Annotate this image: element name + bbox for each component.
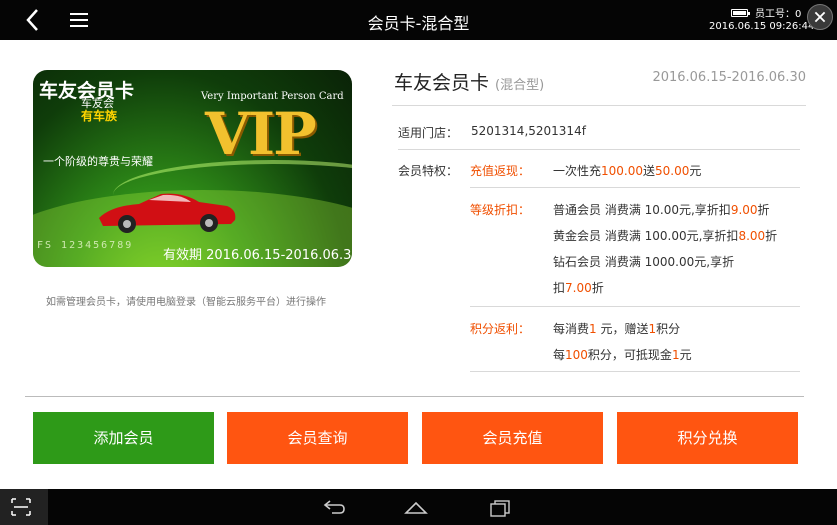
- member-card-image: 车友会员卡 车友会 有车族 Very Important Person Card…: [33, 70, 352, 267]
- level-text: 钻石会员 消费满 1000.00元,享折: [553, 255, 735, 269]
- points-text: 每消费: [553, 322, 590, 336]
- nav-back-icon[interactable]: [320, 497, 346, 517]
- card-title: 车友会员卡 (混合型): [394, 68, 544, 95]
- points-exchange-button[interactable]: 积分兑换: [617, 412, 798, 464]
- recharge-bonus: 50.00: [655, 164, 690, 178]
- points-text: 积分: [656, 322, 681, 336]
- points-value: 1: [648, 322, 657, 336]
- card-slogan: 一个阶级的尊贵与荣耀: [43, 155, 153, 168]
- level-row: 普通会员 消费满 10.00元,享折扣9.00折: [553, 201, 770, 218]
- card-type: (混合型): [495, 78, 545, 93]
- level-discount: 9.00: [730, 203, 758, 217]
- points-value: 1: [589, 322, 597, 336]
- nav-recent-apps-icon[interactable]: [488, 497, 512, 517]
- manage-tip: 如需管理会员卡，请使用电脑登录（智能云服务平台）进行操作: [46, 297, 326, 308]
- points-row: 每消费1 元，赠送1积分: [553, 320, 680, 337]
- level-text: 折: [765, 229, 778, 243]
- level-row: 钻石会员 消费满 1000.00元,享折: [553, 253, 734, 270]
- card-validity: 有效期 2016.06.15-2016.06.30: [163, 248, 352, 263]
- level-discount: 7.00: [565, 281, 592, 295]
- recharge-text: 元: [689, 164, 702, 178]
- member-query-button[interactable]: 会员查询: [227, 412, 408, 464]
- points-row: 每100积分，可抵现金1元: [553, 346, 692, 363]
- car-icon: [99, 193, 236, 233]
- top-bar: 会员卡-混合型 员工号：0 2016.06.15 09:26:44: [0, 0, 837, 40]
- club-logo: 车友会 有车族: [81, 98, 118, 123]
- points-text: 每: [553, 348, 566, 362]
- section-divider: [25, 396, 804, 397]
- points-text: 积分，可抵现金: [587, 348, 672, 362]
- divider: [392, 105, 806, 106]
- level-text: 普通会员 消费满 10.00元,享折扣: [553, 203, 731, 217]
- close-icon[interactable]: [807, 4, 833, 30]
- points-text: 元: [679, 348, 692, 362]
- divider: [470, 306, 800, 307]
- level-label: 等级折扣：: [470, 203, 531, 217]
- divider: [470, 187, 800, 188]
- scan-icon[interactable]: [0, 489, 48, 525]
- divider: [398, 149, 800, 150]
- battery-icon: [731, 9, 750, 17]
- recharge-text: 送: [643, 164, 656, 178]
- club-line2: 有车族: [81, 109, 118, 123]
- recharge-amount: 100.00: [601, 164, 644, 178]
- privilege-label: 会员特权：: [398, 164, 459, 178]
- member-recharge-button[interactable]: 会员充值: [422, 412, 603, 464]
- datetime: 2016.06.15 09:26:44: [709, 21, 815, 32]
- card-period: 2016.06.15-2016.06.30: [652, 70, 806, 85]
- level-row: 黄金会员 消费满 100.00元,享折扣8.00折: [553, 227, 777, 244]
- level-text: 折: [591, 281, 604, 295]
- divider: [470, 371, 800, 372]
- points-value: 1: [671, 348, 680, 362]
- recharge-label: 充值返现：: [470, 164, 531, 178]
- card-number: FS 123456789: [37, 240, 134, 251]
- points-text: 元，赠送: [596, 322, 649, 336]
- level-text: 折: [757, 203, 770, 217]
- card-title-text: 车友会员卡: [394, 72, 490, 94]
- add-member-button[interactable]: 添加会员: [33, 412, 214, 464]
- level-text: 黄金会员 消费满 100.00元,享折扣: [553, 229, 739, 243]
- staff-id: 员工号：0: [755, 9, 802, 20]
- vip-text: VIP: [205, 100, 317, 168]
- level-row: 扣7.00折: [553, 279, 604, 296]
- recharge-text: 一次性充: [553, 164, 602, 178]
- level-discount: 8.00: [738, 229, 766, 243]
- store-label: 适用门店：: [398, 126, 459, 140]
- store-value: 5201314,5201314f: [471, 124, 586, 138]
- recharge-value: 一次性充100.00送50.00元: [553, 162, 701, 179]
- points-label: 积分返利：: [470, 322, 531, 336]
- points-value: 100: [565, 348, 588, 362]
- nav-home-icon[interactable]: [402, 497, 430, 517]
- level-text: 扣: [553, 281, 566, 295]
- system-nav-bar: [0, 489, 837, 525]
